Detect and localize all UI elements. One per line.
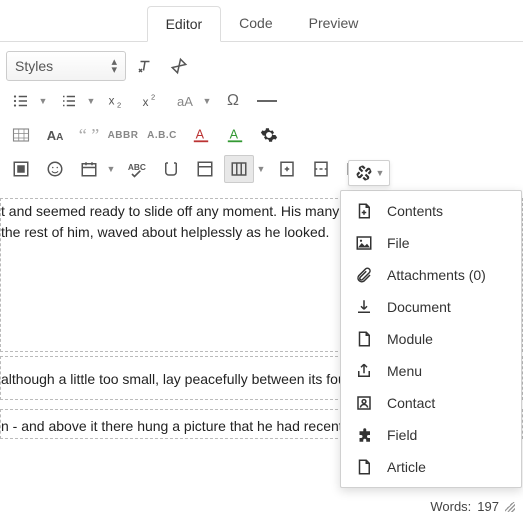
superscript-button[interactable]: x2 xyxy=(136,87,166,115)
joomla-dd-caret: ▼ xyxy=(373,168,387,178)
case-icon: aA xyxy=(177,94,193,109)
resize-handle[interactable] xyxy=(505,502,515,512)
svg-text:x: x xyxy=(143,96,149,109)
joomla-dropdown: Contents File Attachments (0) Document M… xyxy=(340,190,522,488)
table-button[interactable] xyxy=(6,121,36,149)
dd-field[interactable]: Field xyxy=(341,419,521,451)
insert-block-button[interactable] xyxy=(6,155,36,183)
pagebreak-icon xyxy=(278,160,296,178)
clear-format-icon xyxy=(136,57,154,75)
status-bar: Words: 197 xyxy=(430,499,515,514)
tab-editor[interactable]: Editor xyxy=(147,6,222,42)
dd-contents[interactable]: Contents xyxy=(341,195,521,227)
tab-preview[interactable]: Preview xyxy=(291,6,377,41)
article-icon xyxy=(355,458,373,476)
bullet-list-button[interactable] xyxy=(6,87,36,115)
select-caret-icon: ▴▾ xyxy=(111,58,117,74)
paperclip-icon xyxy=(355,266,373,284)
share-icon xyxy=(355,362,373,380)
download-icon xyxy=(355,298,373,316)
readmore-icon xyxy=(312,160,330,178)
subscript-button[interactable]: x2 xyxy=(102,87,132,115)
columns-button[interactable] xyxy=(224,155,254,183)
nonbreaking-button[interactable] xyxy=(156,155,186,183)
font-family-button[interactable]: AA xyxy=(40,121,70,149)
list-icon xyxy=(60,92,78,110)
backcolor-icon: A xyxy=(226,126,244,144)
broom-icon xyxy=(170,57,188,75)
template-icon xyxy=(196,160,214,178)
omega-icon: Ω xyxy=(227,92,239,110)
page-plus-icon xyxy=(355,202,373,220)
dd-module[interactable]: Module xyxy=(341,323,521,355)
puzzle-icon xyxy=(355,426,373,444)
superscript-icon: x2 xyxy=(141,92,161,110)
pagebreak-button[interactable] xyxy=(272,155,302,183)
editor-tabs: Editor Code Preview xyxy=(0,6,523,42)
abc-icon: A.B.C xyxy=(147,130,177,141)
word-count-label: Words: xyxy=(430,499,471,514)
cleanup-button[interactable] xyxy=(164,52,194,80)
spellcheck-button[interactable]: ABC xyxy=(122,155,152,183)
joomla-insert-button[interactable]: ▼ xyxy=(348,160,390,186)
gear-icon xyxy=(260,126,278,144)
emoji-button[interactable] xyxy=(40,155,70,183)
bullet-list-dd[interactable]: ▼ xyxy=(36,96,50,106)
hr-button[interactable] xyxy=(252,87,282,115)
svg-text:A: A xyxy=(196,128,205,142)
dd-article[interactable]: Article xyxy=(341,451,521,483)
quote-icon: “ ” xyxy=(79,125,99,146)
hr-icon xyxy=(257,100,277,102)
word-count-value: 197 xyxy=(477,499,499,514)
svg-text:2: 2 xyxy=(117,101,121,110)
block-icon xyxy=(12,160,30,178)
smile-icon xyxy=(46,160,64,178)
settings-button[interactable] xyxy=(254,121,284,149)
ordered-list-dd[interactable]: ▼ xyxy=(84,96,98,106)
acronym-button[interactable]: A.B.C xyxy=(142,121,182,149)
case-dd[interactable]: ▼ xyxy=(200,96,214,106)
tab-code[interactable]: Code xyxy=(221,6,290,41)
font-aa-icon: AA xyxy=(47,128,64,143)
ordered-list-button[interactable] xyxy=(54,87,84,115)
calendar-icon xyxy=(80,160,98,178)
columns-dd[interactable]: ▼ xyxy=(254,164,268,174)
template-button[interactable] xyxy=(190,155,220,183)
calendar-button[interactable] xyxy=(74,155,104,183)
abbr-button[interactable]: ABBR xyxy=(108,121,138,149)
spellcheck-icon: ABC xyxy=(127,160,147,178)
dd-document[interactable]: Document xyxy=(341,291,521,323)
styles-select[interactable]: Styles ▴▾ xyxy=(6,51,126,81)
list-dots-icon xyxy=(12,92,30,110)
svg-text:A: A xyxy=(230,128,239,142)
clear-formatting-button[interactable] xyxy=(130,52,160,80)
joomla-icon xyxy=(355,164,373,182)
dd-contact[interactable]: Contact xyxy=(341,387,521,419)
quote-button[interactable]: “ ” xyxy=(74,121,104,149)
forecolor-button[interactable]: A xyxy=(186,121,216,149)
calendar-dd[interactable]: ▼ xyxy=(104,164,118,174)
backcolor-button[interactable]: A xyxy=(220,121,250,149)
subscript-icon: x2 xyxy=(107,92,127,110)
svg-text:2: 2 xyxy=(151,92,155,101)
dd-file[interactable]: File xyxy=(341,227,521,259)
svg-text:x: x xyxy=(109,94,115,107)
table-icon xyxy=(12,127,30,143)
page-icon xyxy=(355,330,373,348)
styles-label: Styles xyxy=(15,58,53,74)
image-icon xyxy=(355,234,373,252)
dd-attachments[interactable]: Attachments (0) xyxy=(341,259,521,291)
case-button[interactable]: aA xyxy=(170,87,200,115)
abbr-icon: ABBR xyxy=(108,130,139,141)
svg-text:ABC: ABC xyxy=(128,162,146,172)
dd-menu[interactable]: Menu xyxy=(341,355,521,387)
nbsp-icon xyxy=(162,160,180,178)
toolbar: Styles ▴▾ ▼ ▼ x2 x2 xyxy=(0,42,523,186)
special-char-button[interactable]: Ω xyxy=(218,87,248,115)
contact-icon xyxy=(355,394,373,412)
forecolor-icon: A xyxy=(192,126,210,144)
readmore-button[interactable] xyxy=(306,155,336,183)
columns-icon xyxy=(230,160,248,178)
